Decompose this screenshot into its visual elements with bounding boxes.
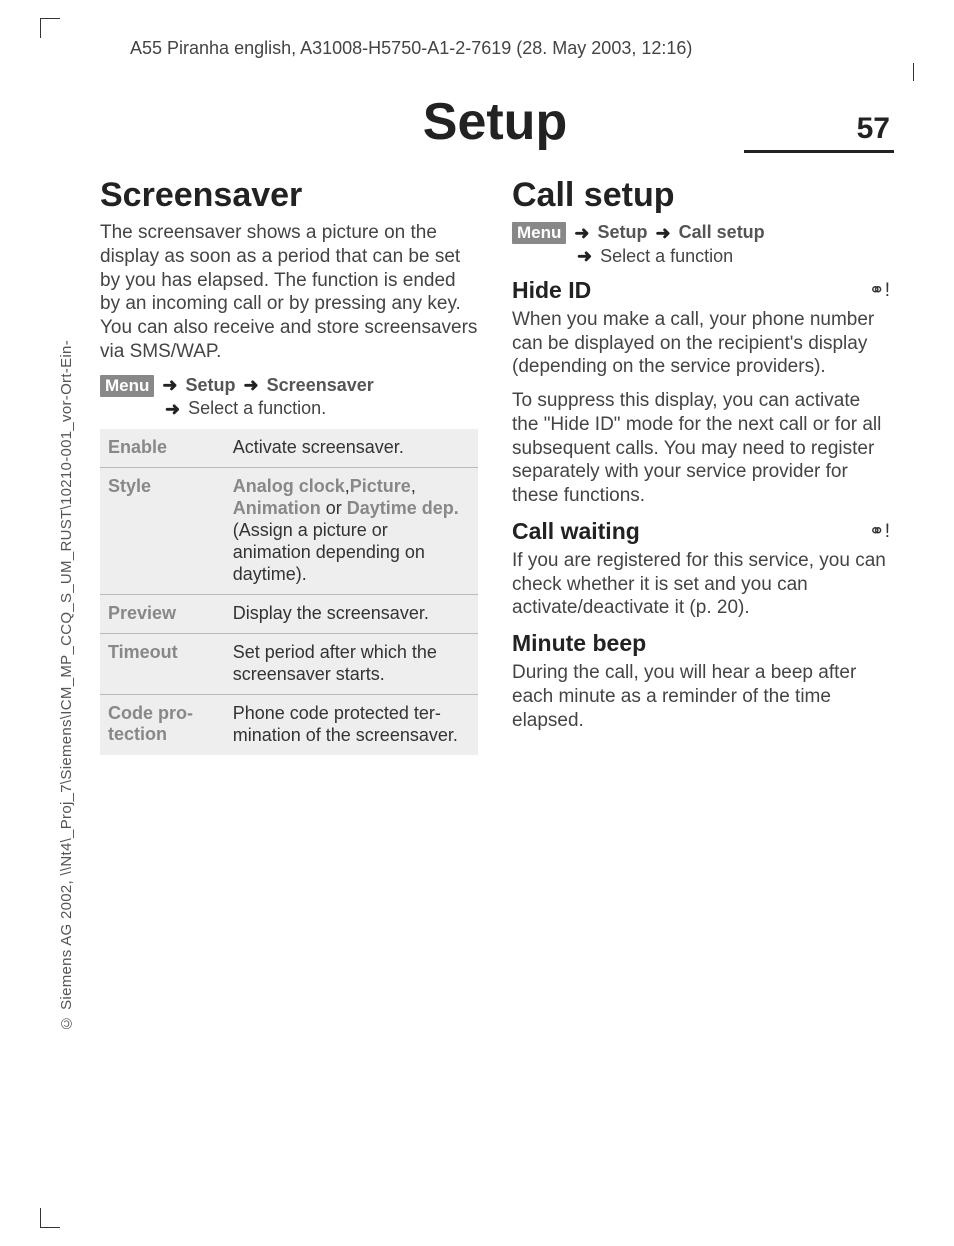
crop-mark-top-right [913, 63, 914, 81]
right-column: Call setup Menu ➜ Setup ➜ Call setup ➜ S… [512, 176, 890, 755]
path-select-function-label: Select a function [600, 246, 733, 266]
chapter-title-row: Setup 57 [100, 92, 890, 152]
arrow-icon: ➜ [244, 374, 259, 397]
network-provider-icon: ⚭! [869, 279, 890, 302]
call-waiting-paragraph: If you are registered for this service, … [512, 549, 890, 620]
two-column-layout: Screensaver The screensaver shows a pict… [100, 176, 890, 755]
style-rest: (Assign a picture or animation depending… [233, 520, 425, 584]
menu-softkey-icon: Menu [512, 222, 566, 244]
path-setup-label: Setup [186, 375, 236, 395]
minute-beep-heading: Minute beep [512, 630, 646, 657]
hide-id-paragraph-1: When you make a call, your phone number … [512, 308, 890, 379]
table-row: Style Analog clock,Picture, Animation or… [100, 468, 478, 595]
crop-mark-top-left [40, 18, 60, 38]
table-row: Preview Display the screensaver. [100, 595, 478, 634]
arrow-icon: ➜ [574, 222, 589, 245]
option-enable-desc: Activate screensaver. [225, 429, 478, 467]
option-preview-label: Preview [100, 595, 225, 634]
call-waiting-heading: Call waiting [512, 518, 640, 545]
network-provider-icon: ⚭! [869, 520, 890, 543]
hide-id-heading-row: Hide ID ⚭! [512, 277, 890, 304]
minute-beep-paragraph: During the call, you will hear a beep af… [512, 661, 890, 732]
option-style-desc: Analog clock,Picture, Animation or Dayti… [225, 468, 478, 595]
path-call-setup-label: Call setup [679, 222, 765, 242]
call-setup-heading: Call setup [512, 176, 890, 215]
hide-id-heading: Hide ID [512, 277, 591, 304]
document-spine-path: © Siemens AG 2002, \\Nt4\_Proj_7\Siemens… [58, 340, 75, 1032]
screensaver-menu-path: Menu ➜ Setup ➜ Screensaver ➜ Select a fu… [100, 374, 478, 422]
option-style-label: Style [100, 468, 225, 595]
chapter-title: Setup [100, 92, 890, 152]
style-animation: Animation [233, 498, 321, 518]
sep: , [411, 476, 416, 496]
option-enable-label: Enable [100, 429, 225, 467]
page-number-underline [744, 150, 894, 153]
table-row: Enable Activate screensaver. [100, 429, 478, 467]
arrow-icon: ➜ [577, 245, 592, 268]
minute-beep-heading-row: Minute beep [512, 630, 890, 657]
crop-mark-bottom-left [40, 1208, 60, 1228]
screensaver-heading: Screensaver [100, 176, 478, 215]
arrow-icon: ➜ [165, 398, 180, 421]
option-code-protection-label: Code pro­tection [100, 694, 225, 754]
page-content: Setup 57 Screensaver The screensaver sho… [100, 92, 890, 755]
option-code-protection-desc: Phone code protected ter­mination of the… [225, 694, 478, 754]
option-timeout-label: Timeout [100, 634, 225, 695]
or-text: or [321, 498, 347, 518]
document-header-info: A55 Piranha english, A31008-H5750-A1-2-7… [130, 38, 692, 59]
call-setup-menu-path: Menu ➜ Setup ➜ Call setup ➜ Select a fun… [512, 221, 890, 269]
menu-softkey-icon: Menu [100, 375, 154, 397]
option-timeout-desc: Set period after which the screensaver s… [225, 634, 478, 695]
hide-id-paragraph-2: To suppress this display, you can activa… [512, 389, 890, 508]
arrow-icon: ➜ [162, 374, 177, 397]
style-picture: Picture [350, 476, 411, 496]
style-daytime-dep: Daytime dep. [347, 498, 459, 518]
path-select-function-label: Select a function. [188, 398, 326, 418]
path-screensaver-label: Screensaver [267, 375, 374, 395]
path-setup-label: Setup [598, 222, 648, 242]
call-waiting-heading-row: Call waiting ⚭! [512, 518, 890, 545]
style-analog-clock: Analog clock [233, 476, 345, 496]
left-column: Screensaver The screensaver shows a pict… [100, 176, 478, 755]
screensaver-description: The screensaver shows a picture on the d… [100, 221, 478, 364]
screensaver-options-table: Enable Activate screensaver. Style Analo… [100, 429, 478, 754]
table-row: Timeout Set period after which the scree… [100, 634, 478, 695]
option-preview-desc: Display the screensaver. [225, 595, 478, 634]
page-number: 57 [857, 112, 890, 146]
arrow-icon: ➜ [656, 222, 671, 245]
table-row: Code pro­tection Phone code protected te… [100, 694, 478, 754]
